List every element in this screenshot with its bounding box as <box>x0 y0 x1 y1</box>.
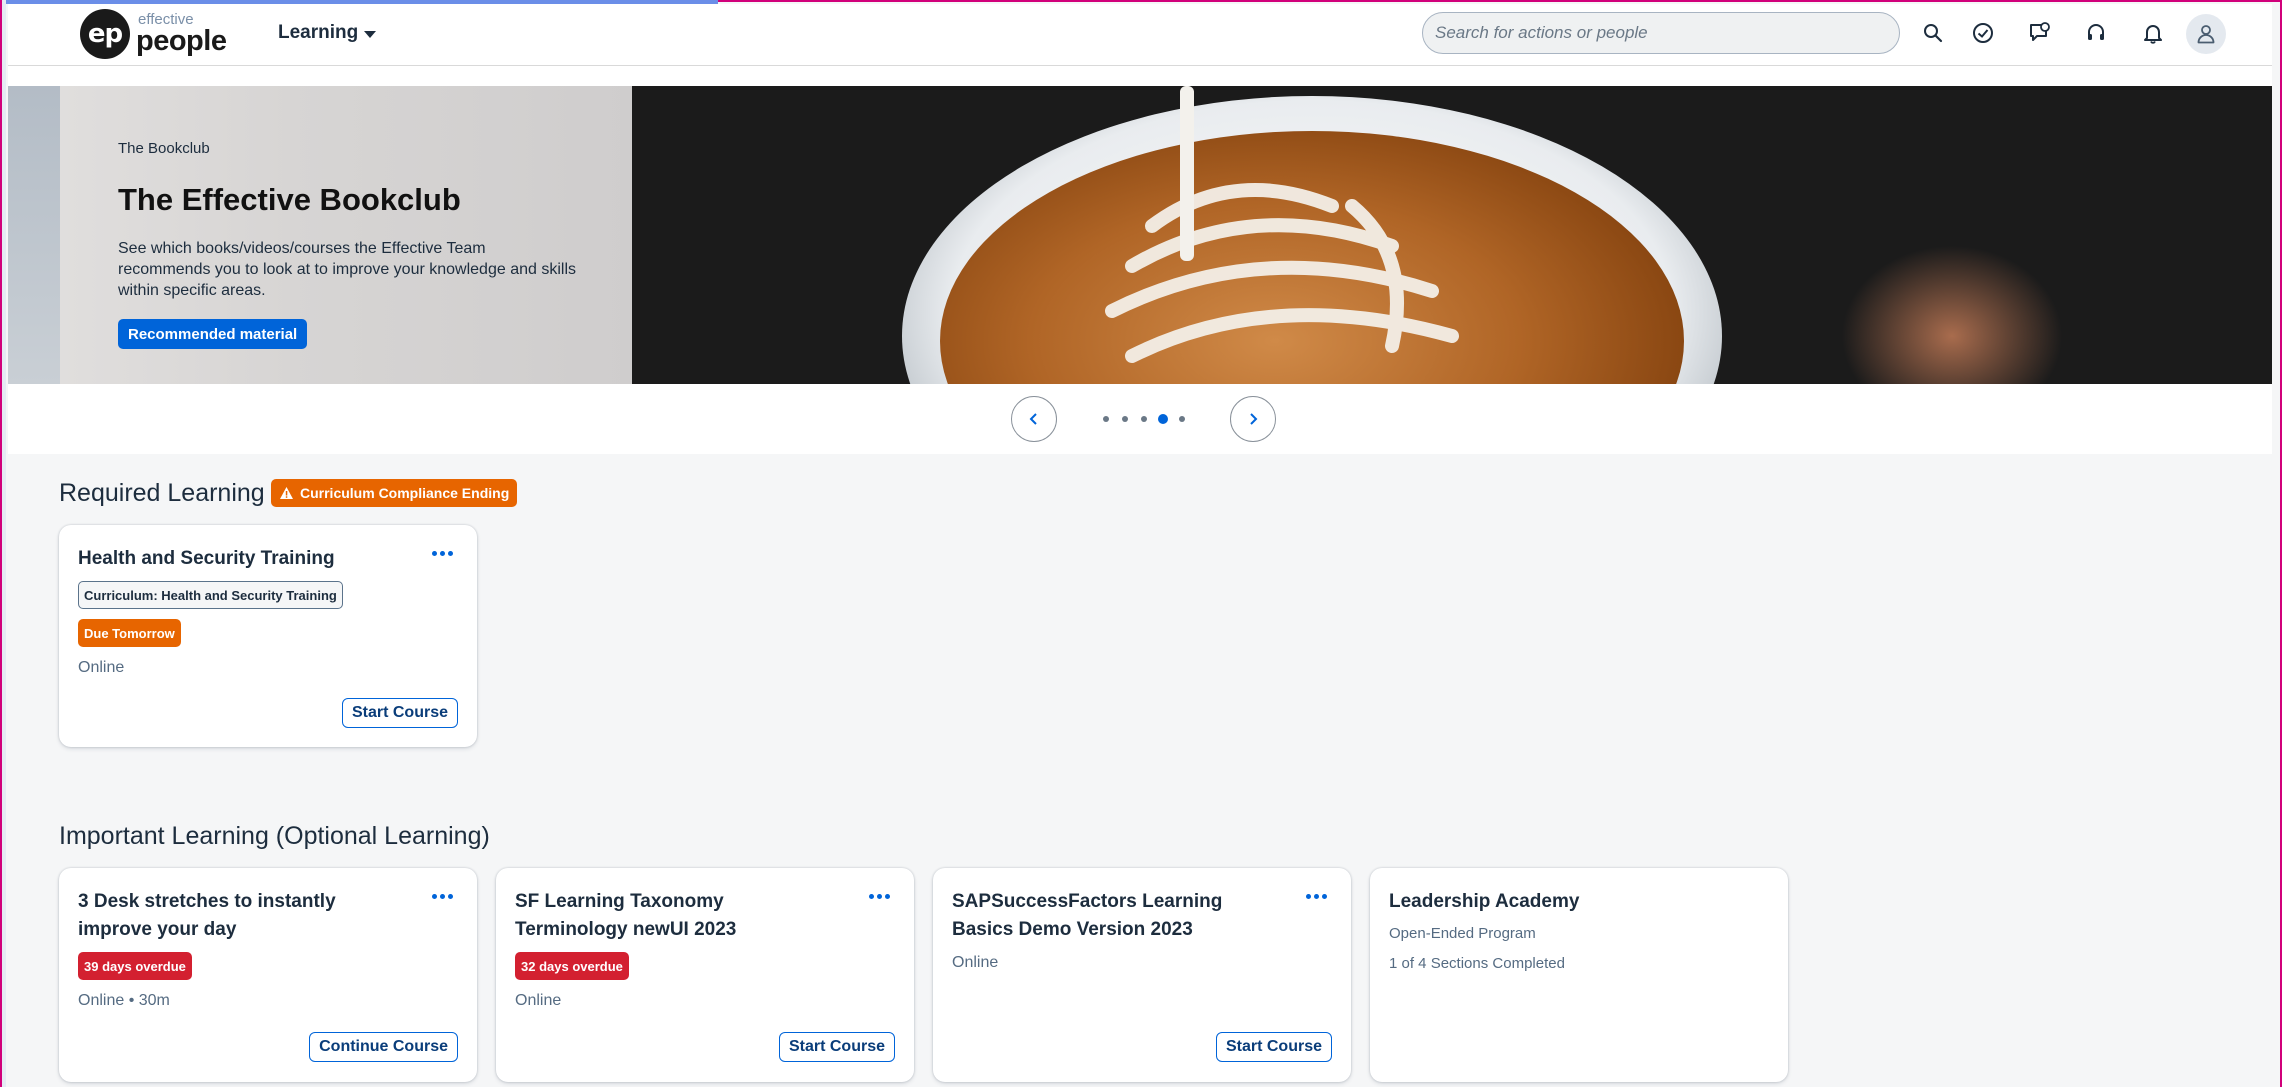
continue-course-button[interactable]: Continue Course <box>309 1032 458 1062</box>
shell-header: ep effective people Learning <box>8 4 2272 66</box>
course-title: SF Learning Taxonomy Terminology newUI 2… <box>515 891 737 940</box>
logo-big-text: people <box>136 25 227 57</box>
latte-art-image <box>632 86 2272 384</box>
frame-top-edge <box>718 0 2282 2</box>
carousel-dot-4[interactable] <box>1158 414 1168 424</box>
program-title: Leadership Academy <box>1389 891 1580 912</box>
chevron-right-icon <box>1250 413 1258 425</box>
program-progress: 1 of 4 Sections Completed <box>1389 955 1565 972</box>
chevron-left-icon <box>1029 413 1037 425</box>
more-options-button[interactable] <box>869 894 890 899</box>
start-course-button[interactable]: Start Course <box>341 698 458 728</box>
learning-menu-label: Learning <box>278 22 359 43</box>
carousel-next-button[interactable] <box>1230 396 1276 442</box>
delivery-method: Online <box>952 954 999 971</box>
required-learning-title: Required Learning <box>59 479 265 507</box>
delivery-method: Online <box>78 659 125 676</box>
curriculum-compliance-badge: Curriculum Compliance Ending <box>271 479 518 507</box>
previous-slide-peek <box>8 86 60 384</box>
carousel-dot-1[interactable] <box>1103 416 1109 422</box>
caret-down-icon <box>364 30 377 38</box>
search-input[interactable] <box>1422 12 1900 54</box>
course-title: 3 Desk stretches to instantly improve yo… <box>78 891 336 940</box>
hero-text-panel: The Bookclub The Effective Bookclub See … <box>60 86 632 384</box>
curriculum-tag: Curriculum: Health and Security Training <box>78 581 343 609</box>
hero-description: See which books/videos/courses the Effec… <box>118 240 576 299</box>
hero-eyebrow: The Bookclub <box>118 140 210 157</box>
company-logo[interactable]: ep effective people <box>80 8 227 60</box>
carousel-controls <box>8 396 2272 442</box>
frame-left-edge <box>0 0 2 1087</box>
learning-menu-button[interactable]: Learning <box>278 22 377 44</box>
important-learning-title: Important Learning (Optional Learning) <box>59 822 490 850</box>
logo-wordmark: effective people <box>136 12 227 57</box>
overdue-status-badge: 39 days overdue <box>78 952 192 980</box>
hero-slide: The Bookclub The Effective Bookclub See … <box>8 86 2272 384</box>
carousel-previous-button[interactable] <box>1011 396 1057 442</box>
carousel-dot-5[interactable] <box>1179 416 1185 422</box>
bell-icon[interactable] <box>2137 17 2169 49</box>
search-icon[interactable] <box>1917 17 1949 49</box>
more-options-button[interactable] <box>432 551 453 556</box>
carousel-dot-3[interactable] <box>1141 416 1147 422</box>
recommended-material-button[interactable]: Recommended material <box>118 319 308 349</box>
course-card-sf-taxonomy[interactable]: SF Learning Taxonomy Terminology newUI 2… <box>496 868 914 1082</box>
user-avatar[interactable] <box>2186 14 2226 54</box>
course-card-health-security[interactable]: Health and Security Training Curriculum:… <box>59 525 477 747</box>
course-card-desk-stretches[interactable]: 3 Desk stretches to instantly improve yo… <box>59 868 477 1082</box>
logo-mark: ep <box>80 9 130 59</box>
headset-icon[interactable] <box>2080 17 2112 49</box>
course-title: Health and Security Training <box>78 548 335 569</box>
delivery-method: Online <box>515 992 562 1009</box>
curriculum-compliance-label: Curriculum Compliance Ending <box>300 485 510 501</box>
due-status-badge: Due Tomorrow <box>78 619 181 647</box>
overdue-status-badge: 32 days overdue <box>515 952 629 980</box>
program-type: Open-Ended Program <box>1389 925 1536 942</box>
warning-icon <box>280 487 293 499</box>
user-icon <box>2197 25 2215 44</box>
start-course-button[interactable]: Start Course <box>1215 1032 1332 1062</box>
start-course-button[interactable]: Start Course <box>778 1032 895 1062</box>
chat-icon[interactable] <box>2024 17 2056 49</box>
more-options-button[interactable] <box>432 894 453 899</box>
more-options-button[interactable] <box>1306 894 1327 899</box>
course-title: SAPSuccessFactors Learning Basics Demo V… <box>952 891 1223 940</box>
hero-title: The Effective Bookclub <box>118 182 461 217</box>
course-card-sap-basics[interactable]: SAPSuccessFactors Learning Basics Demo V… <box>933 868 1351 1082</box>
delivery-method: Online • 30m <box>78 992 170 1009</box>
checkmark-icon[interactable] <box>1967 17 1999 49</box>
program-card-leadership-academy[interactable]: Leadership Academy Open-Ended Program 1 … <box>1370 868 1788 1082</box>
carousel-dot-2[interactable] <box>1122 416 1128 422</box>
hero-carousel: The Bookclub The Effective Bookclub See … <box>8 66 2272 454</box>
